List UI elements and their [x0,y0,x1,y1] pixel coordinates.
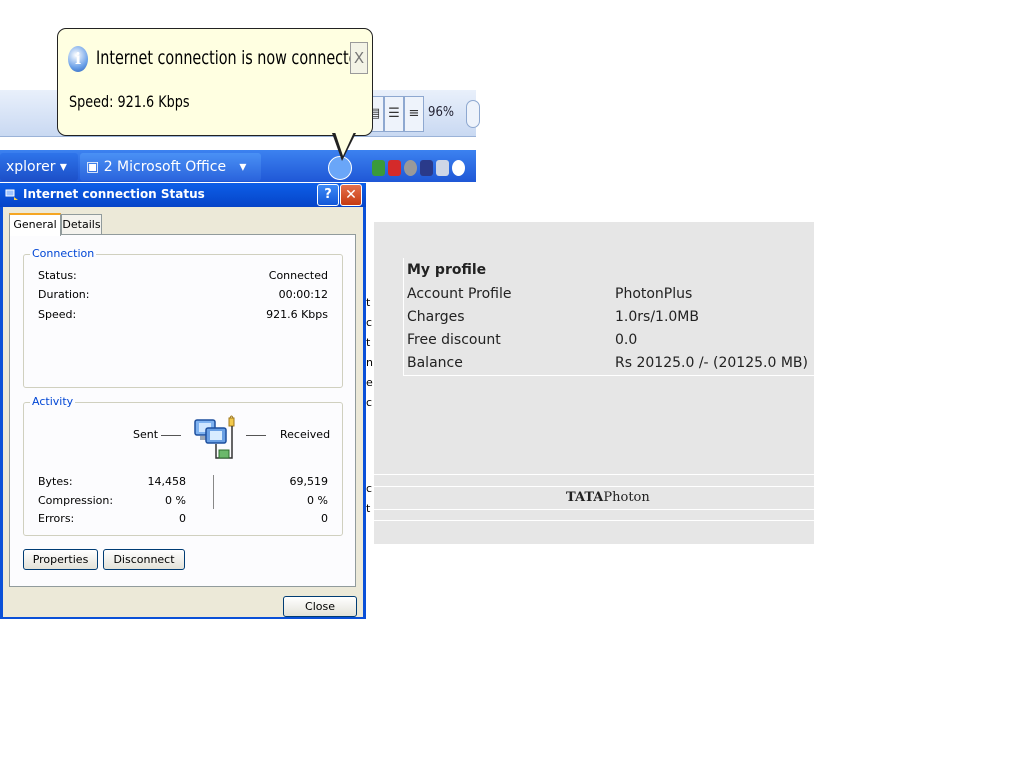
background-text: c [366,396,373,409]
taskbar-item-label: xplorer [6,159,56,175]
close-window-button[interactable]: ✕ [340,184,362,206]
received-label: Received [280,428,331,441]
free-discount-label: Free discount [407,332,501,348]
account-profile-value: PhotonPlus [615,286,693,302]
compression-received-value: 0 % [307,494,328,507]
balance-value: Rs 20125.0 /- (20125.0 MB) [615,355,808,371]
tray-app-icon[interactable] [388,160,401,176]
balloon-title: Internet connection is now connected [96,47,367,69]
activity-group-label: Activity [30,395,76,408]
compression-label: Compression: [38,494,114,507]
received-line [246,435,266,436]
bytes-label: Bytes: [38,475,73,488]
background-text: t [366,296,371,309]
free-discount-value: 0.0 [615,332,638,348]
speed-value: 921.6 Kbps [266,308,328,321]
activity-divider [213,475,214,509]
close-button[interactable]: Close [283,596,357,617]
notification-balloon[interactable] [57,28,373,136]
tray-app-icon[interactable] [420,160,433,176]
duration-label: Duration: [38,288,90,301]
sent-label: Sent [133,428,159,441]
footer-divider [374,509,814,510]
charges-value: 1.0rs/1.0MB [615,309,699,325]
background-text: n [366,356,373,369]
balloon-tail [335,132,354,156]
connection-group-label: Connection [30,247,97,260]
tray-app-icon[interactable] [436,160,449,176]
speed-label: Speed: [38,308,77,321]
info-icon: i [68,46,88,72]
taskbar-item-explorer[interactable]: xplorer ▾ [0,153,78,181]
dialog-title: Internet connection Status [23,187,205,201]
bytes-received-value: 69,519 [289,475,329,488]
network-computers-icon [194,415,235,459]
footer-divider [374,520,814,521]
tray-app-icon[interactable] [372,160,385,176]
balloon-text: Speed: 921.6 Kbps [69,92,190,111]
errors-sent-value: 0 [179,512,186,525]
background-text: c [366,482,373,495]
taskbar-item-office[interactable]: ▣ 2 Microsoft Office ▾ [80,153,261,181]
background-text: t [366,502,371,515]
tab-details[interactable]: Details [61,214,102,234]
zoom-out-button[interactable] [466,100,480,128]
errors-label: Errors: [38,512,75,525]
balance-label: Balance [407,355,463,371]
bytes-sent-value: 14,458 [147,475,187,488]
sent-line [161,435,181,436]
profile-heading: My profile [407,262,487,278]
compression-sent-value: 0 % [165,494,186,507]
duration-value: 00:00:12 [278,288,328,301]
charges-label: Charges [407,309,465,325]
footer-divider [374,474,814,475]
status-label: Status: [38,269,77,282]
tray-app-icon[interactable] [404,160,417,176]
tray-app-icon[interactable] [452,160,465,176]
background-text: c [366,316,373,329]
background-text: t [366,336,371,349]
disconnect-button[interactable]: Disconnect [103,549,185,570]
brand-bold: TATA [566,490,604,505]
align-icon[interactable]: ≡ [404,96,424,132]
help-button[interactable]: ? [317,184,339,206]
background-text: e [366,376,373,389]
errors-received-value: 0 [321,512,328,525]
list-icon[interactable]: ☰ [384,96,404,132]
balloon-close-button[interactable]: X [350,42,368,74]
footer-divider [374,486,814,487]
brand-rest: Photon [603,490,650,505]
network-connection-icon [5,189,18,200]
zoom-level[interactable]: 96% [428,96,464,130]
tab-general[interactable]: General [9,213,61,236]
account-profile-label: Account Profile [407,286,512,302]
taskbar-item-label: 2 Microsoft Office [103,159,227,175]
status-value: Connected [268,269,328,282]
tataphoton-brand: TATAPhoton [566,490,650,505]
properties-button[interactable]: Properties [23,549,98,570]
